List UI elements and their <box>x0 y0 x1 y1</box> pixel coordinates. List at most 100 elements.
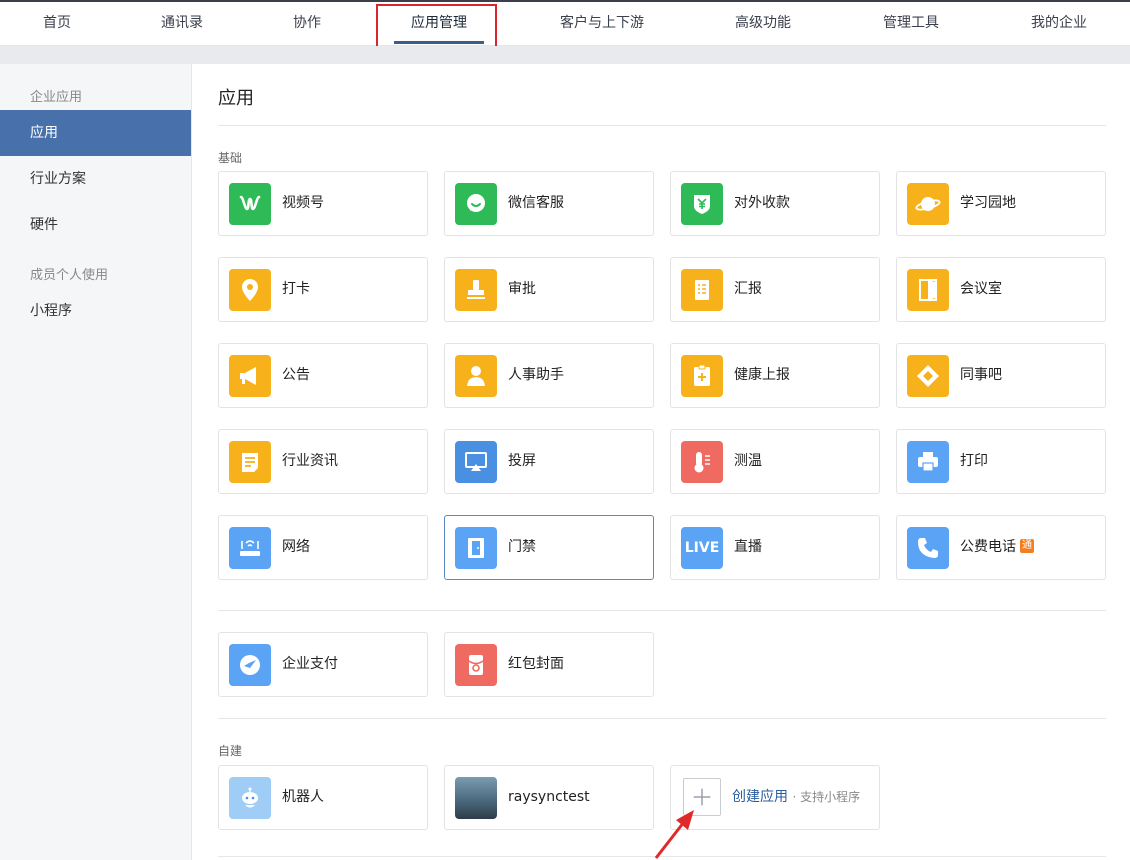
app-card-industry-news[interactable]: 行业资讯 <box>218 429 428 494</box>
app-label: 网络 <box>282 539 310 555</box>
payment-icon <box>229 644 271 686</box>
app-card-checkin[interactable]: 打卡 <box>218 257 428 322</box>
yuan-shield-icon <box>681 183 723 225</box>
nav-home[interactable]: 首页 <box>22 2 92 46</box>
printer-icon <box>907 441 949 483</box>
app-label: 测温 <box>734 453 762 469</box>
nav-contacts[interactable]: 通讯录 <box>146 2 218 46</box>
app-card-print[interactable]: 打印 <box>896 429 1106 494</box>
nav-label: 管理工具 <box>883 15 939 31</box>
app-label: 机器人 <box>282 789 324 805</box>
app-label: 公费电话通 <box>960 516 1034 579</box>
create-app-subtext: · 支持小程序 <box>792 790 861 804</box>
sidebar-item-apps[interactable]: 应用 <box>0 110 191 156</box>
thermometer-icon <box>681 441 723 483</box>
app-card-wechat-service[interactable]: 微信客服 <box>444 171 654 236</box>
app-card-enterprise-pay[interactable]: 企业支付 <box>218 632 428 697</box>
video-channel-icon <box>229 183 271 225</box>
divider <box>218 125 1106 126</box>
app-card-live[interactable]: LIVE 直播 <box>670 515 880 580</box>
sidebar-group-enterprise: 企业应用 <box>30 90 83 105</box>
app-card-learning[interactable]: 学习园地 <box>896 171 1106 236</box>
nav-customers[interactable]: 客户与上下游 <box>550 2 654 46</box>
nav-collaboration[interactable]: 协作 <box>272 2 342 46</box>
nav-admin-tools[interactable]: 管理工具 <box>872 2 950 46</box>
news-icon <box>229 441 271 483</box>
status-badge: 通 <box>1020 539 1034 553</box>
app-card-access-control[interactable]: 门禁 <box>444 515 654 580</box>
sidebar-item-hardware[interactable]: 硬件 <box>0 202 191 248</box>
app-label: 对外收款 <box>734 195 790 211</box>
app-label: 行业资讯 <box>282 453 338 469</box>
app-label: 人事助手 <box>508 367 564 383</box>
report-doc-icon <box>681 269 723 311</box>
top-nav: 首页 通讯录 协作 应用管理 客户与上下游 高级功能 管理工具 我的企业 <box>0 0 1130 46</box>
app-card-meeting-room[interactable]: 会议室 <box>896 257 1106 322</box>
live-icon: LIVE <box>681 527 723 569</box>
door-icon <box>907 269 949 311</box>
annotation-arrow-icon <box>654 810 694 859</box>
app-card-health-report[interactable]: 健康上报 <box>670 343 880 408</box>
app-label: 微信客服 <box>508 195 564 211</box>
sidebar-group-personal: 成员个人使用 <box>30 268 109 283</box>
screen-cast-icon <box>455 441 497 483</box>
nav-highlight-box <box>376 4 497 52</box>
app-card-colleagues[interactable]: 同事吧 <box>896 343 1106 408</box>
page-title: 应用 <box>218 88 254 109</box>
app-label: 视频号 <box>282 195 324 211</box>
sidebar-item-solutions[interactable]: 行业方案 <box>0 156 191 202</box>
nav-my-company[interactable]: 我的企业 <box>1020 2 1098 46</box>
create-app-text: 创建应用 <box>732 789 788 805</box>
app-card-collections[interactable]: 对外收款 <box>670 171 880 236</box>
app-label: 打卡 <box>282 281 310 297</box>
red-envelope-icon <box>455 644 497 686</box>
app-card-report[interactable]: 汇报 <box>670 257 880 322</box>
app-card-public-phone[interactable]: 公费电话通 <box>896 515 1106 580</box>
app-card-red-envelope[interactable]: 红包封面 <box>444 632 654 697</box>
sidebar: 企业应用 应用 行业方案 硬件 成员个人使用 小程序 <box>0 64 192 860</box>
nav-label: 通讯录 <box>161 15 203 31</box>
app-card-temperature[interactable]: 测温 <box>670 429 880 494</box>
planet-icon <box>907 183 949 225</box>
app-label: 打印 <box>960 453 988 469</box>
app-label: 同事吧 <box>960 367 1002 383</box>
router-icon <box>229 527 271 569</box>
app-card-raysynctest[interactable]: raysynctest <box>444 765 654 830</box>
app-label: 审批 <box>508 281 536 297</box>
app-card-screen-cast[interactable]: 投屏 <box>444 429 654 494</box>
section-label-basic: 基础 <box>218 151 243 165</box>
megaphone-icon <box>229 355 271 397</box>
nav-label: 高级功能 <box>735 15 791 31</box>
app-card-robot[interactable]: 机器人 <box>218 765 428 830</box>
diamond-icon <box>907 355 949 397</box>
person-icon <box>455 355 497 397</box>
nav-advanced[interactable]: 高级功能 <box>724 2 802 46</box>
app-card-video-channel[interactable]: 视频号 <box>218 171 428 236</box>
health-clipboard-icon <box>681 355 723 397</box>
app-card-network[interactable]: 网络 <box>218 515 428 580</box>
app-label: 直播 <box>734 539 762 555</box>
app-label: 红包封面 <box>508 656 564 672</box>
divider <box>218 718 1106 719</box>
nav-label: 首页 <box>43 15 71 31</box>
create-app-button[interactable]: 创建应用 · 支持小程序 <box>670 765 880 830</box>
nav-label: 协作 <box>293 15 321 31</box>
app-card-hr-assistant[interactable]: 人事助手 <box>444 343 654 408</box>
chat-bubble-icon <box>455 183 497 225</box>
nav-label: 我的企业 <box>1031 15 1087 31</box>
app-label: 门禁 <box>508 539 536 555</box>
section-label-custom: 自建 <box>218 744 243 758</box>
door-access-icon <box>455 527 497 569</box>
app-label: 投屏 <box>508 453 536 469</box>
app-card-announcement[interactable]: 公告 <box>218 343 428 408</box>
location-pin-icon <box>229 269 271 311</box>
photo-thumbnail-icon <box>455 777 497 819</box>
app-label: 健康上报 <box>734 367 790 383</box>
sidebar-item-mini-program[interactable]: 小程序 <box>0 288 191 334</box>
app-label: raysynctest <box>508 789 590 805</box>
stamp-icon <box>455 269 497 311</box>
header-band <box>0 46 1130 64</box>
app-card-approval[interactable]: 审批 <box>444 257 654 322</box>
app-label: 公告 <box>282 367 310 383</box>
robot-avatar-icon <box>229 777 271 819</box>
